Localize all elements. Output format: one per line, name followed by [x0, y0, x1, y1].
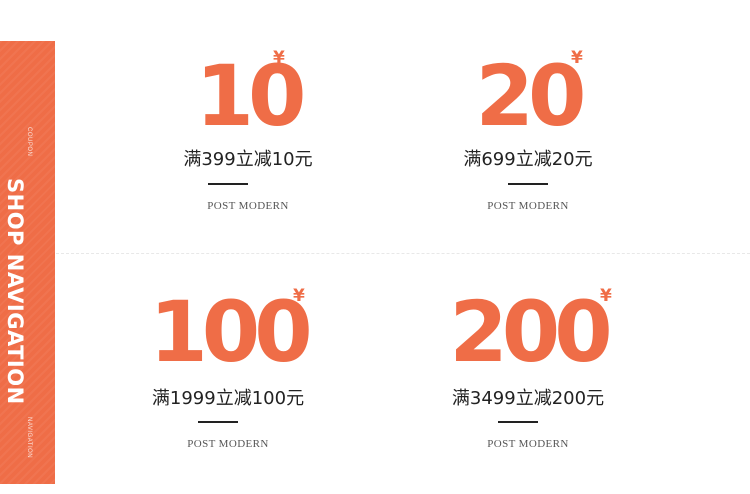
sidebar-banner: COUPON SHOP NAVIGATION NAVIGATION: [0, 41, 55, 484]
coupon-description: 满399立减10元: [183, 149, 313, 170]
coupon-rule: [508, 183, 548, 185]
yen-icon: ¥: [571, 48, 583, 68]
sidebar-title: SHOP NAVIGATION: [3, 178, 27, 405]
coupon-subtitle: POST MODERN: [487, 438, 569, 450]
sidebar-top-caption: COUPON: [26, 127, 32, 157]
coupon-rule: [208, 183, 248, 185]
coupon-amount: 10: [195, 47, 307, 145]
coupon-200[interactable]: 200 ¥ 满3499立减200元 POST MODERN: [408, 276, 648, 456]
coupon-description: 满1999立减100元: [151, 388, 305, 409]
coupon-100[interactable]: 100 ¥ 满1999立减100元 POST MODERN: [108, 276, 348, 456]
coupon-amount: 200: [449, 283, 612, 381]
coupon-subtitle: POST MODERN: [187, 438, 269, 450]
coupon-10[interactable]: 10 ¥ 满399立减10元 POST MODERN: [128, 40, 368, 220]
coupon-rule: [198, 421, 238, 423]
coupon-amount: 100: [149, 283, 312, 381]
yen-icon: ¥: [293, 286, 305, 306]
coupon-amount: 20: [475, 47, 587, 145]
coupon-subtitle: POST MODERN: [207, 200, 289, 212]
sidebar-bottom-caption: NAVIGATION: [26, 417, 32, 459]
yen-icon: ¥: [273, 48, 285, 68]
coupon-20[interactable]: 20 ¥ 满699立减20元 POST MODERN: [408, 40, 648, 220]
yen-icon: ¥: [600, 286, 612, 306]
coupon-rule: [498, 421, 538, 423]
coupon-description: 满699立减20元: [463, 149, 593, 170]
section-divider: [56, 253, 750, 254]
coupon-description: 满3499立减200元: [451, 388, 605, 409]
coupon-subtitle: POST MODERN: [487, 200, 569, 212]
